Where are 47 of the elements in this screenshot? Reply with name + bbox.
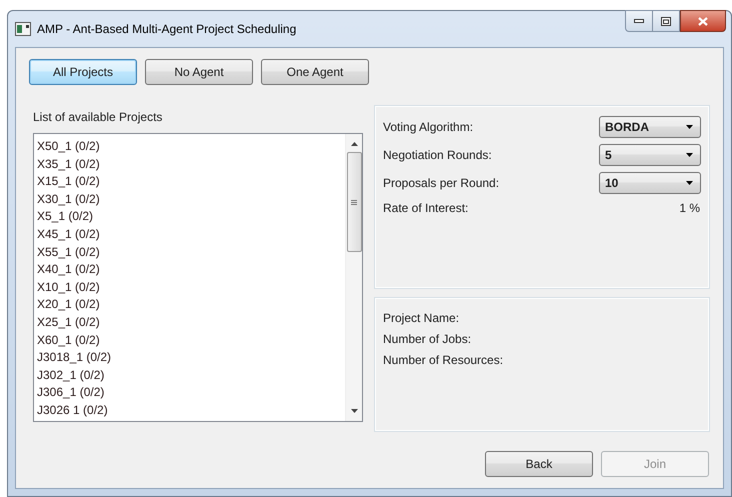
list-item[interactable]: J3018_1 (0/2) xyxy=(37,349,345,367)
minimize-icon xyxy=(634,19,644,23)
close-button[interactable] xyxy=(680,10,726,32)
list-item[interactable]: X50_1 (0/2) xyxy=(37,138,345,156)
app-icon xyxy=(15,22,31,36)
filter-button[interactable]: One Agent xyxy=(261,59,369,85)
minimize-button[interactable] xyxy=(625,10,652,32)
dialog-button[interactable]: Back xyxy=(485,451,593,477)
list-item[interactable]: X55_1 (0/2) xyxy=(37,244,345,262)
list-item[interactable]: J3026 1 (0/2) xyxy=(37,402,345,420)
close-icon xyxy=(698,16,708,26)
list-item[interactable]: X5_1 (0/2) xyxy=(37,208,345,226)
detail-label: Project Name: xyxy=(383,310,460,326)
dropdown[interactable]: 10 xyxy=(599,172,701,194)
scrollbar[interactable] xyxy=(345,134,362,421)
list-item[interactable]: X35_1 (0/2) xyxy=(37,156,345,174)
scroll-down-icon xyxy=(350,409,358,413)
list-item[interactable]: X30_1 (0/2) xyxy=(37,190,345,208)
grip-icon xyxy=(351,200,357,204)
setting-value: 1 % xyxy=(679,201,700,215)
filter-button[interactable]: No Agent xyxy=(145,59,253,85)
maximize-button[interactable] xyxy=(652,10,680,32)
list-item[interactable]: X10_1 (0/2) xyxy=(37,278,345,296)
setting-label: Negotiation Rounds: xyxy=(383,148,492,162)
dropdown[interactable]: BORDA xyxy=(599,116,701,138)
caret-icon xyxy=(686,153,693,157)
list-item[interactable]: X20_1 (0/2) xyxy=(37,296,345,314)
list-item[interactable]: X40_1 (0/2) xyxy=(37,261,345,279)
list-item[interactable]: J306_1 (0/2) xyxy=(37,384,345,402)
maximize-icon xyxy=(661,16,671,26)
list-item[interactable]: X45_1 (0/2) xyxy=(37,226,345,244)
setting-label: Proposals per Round: xyxy=(383,176,500,190)
list-item[interactable]: X15_1 (0/2) xyxy=(37,173,345,191)
dropdown[interactable]: 5 xyxy=(599,144,701,166)
scroll-up-icon xyxy=(350,142,358,146)
setting-label: Rate of Interest: xyxy=(383,201,468,215)
detail-label: Number of Jobs: xyxy=(383,331,472,347)
list-item[interactable]: J302_1 (0/2) xyxy=(37,366,345,384)
caret-icon xyxy=(686,125,693,129)
filter-button[interactable]: All Projects xyxy=(29,59,137,85)
list-item[interactable]: X25_1 (0/2) xyxy=(37,314,345,332)
setting-label: Voting Algorithm: xyxy=(383,120,474,134)
caret-icon xyxy=(686,181,693,185)
window-title: AMP - Ant-Based Multi-Agent Project Scheduling xyxy=(37,22,296,36)
list-item[interactable]: X60_1 (0/2) xyxy=(37,332,345,350)
detail-label: Number of Resources: xyxy=(383,352,504,368)
list-label: List of available Projects xyxy=(33,109,164,126)
